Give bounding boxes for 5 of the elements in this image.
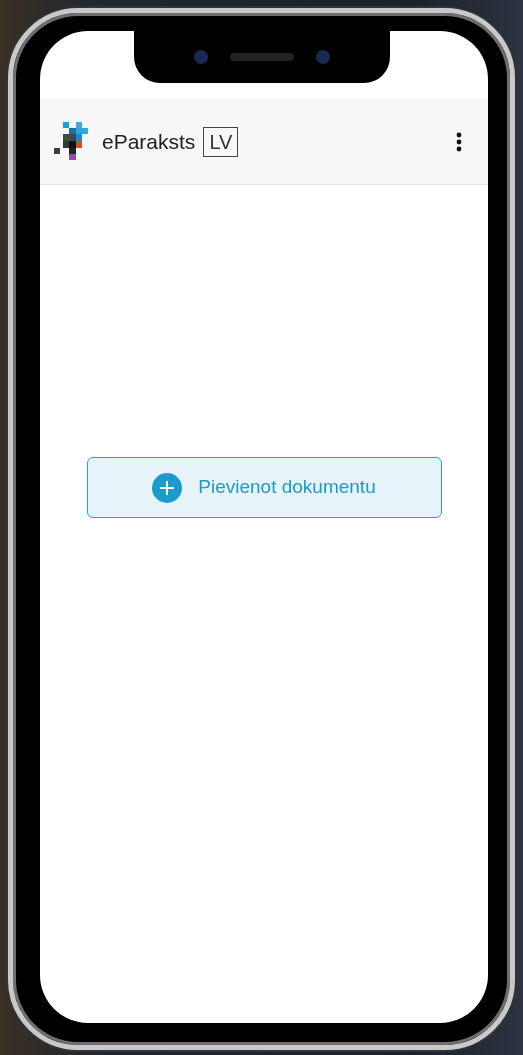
region-label: LV [203,126,239,157]
add-document-button[interactable]: Pievienot dokumentu [86,457,442,518]
more-menu-icon[interactable] [456,131,462,152]
brand-name: eParaksts [102,128,196,155]
plus-icon [152,472,183,503]
